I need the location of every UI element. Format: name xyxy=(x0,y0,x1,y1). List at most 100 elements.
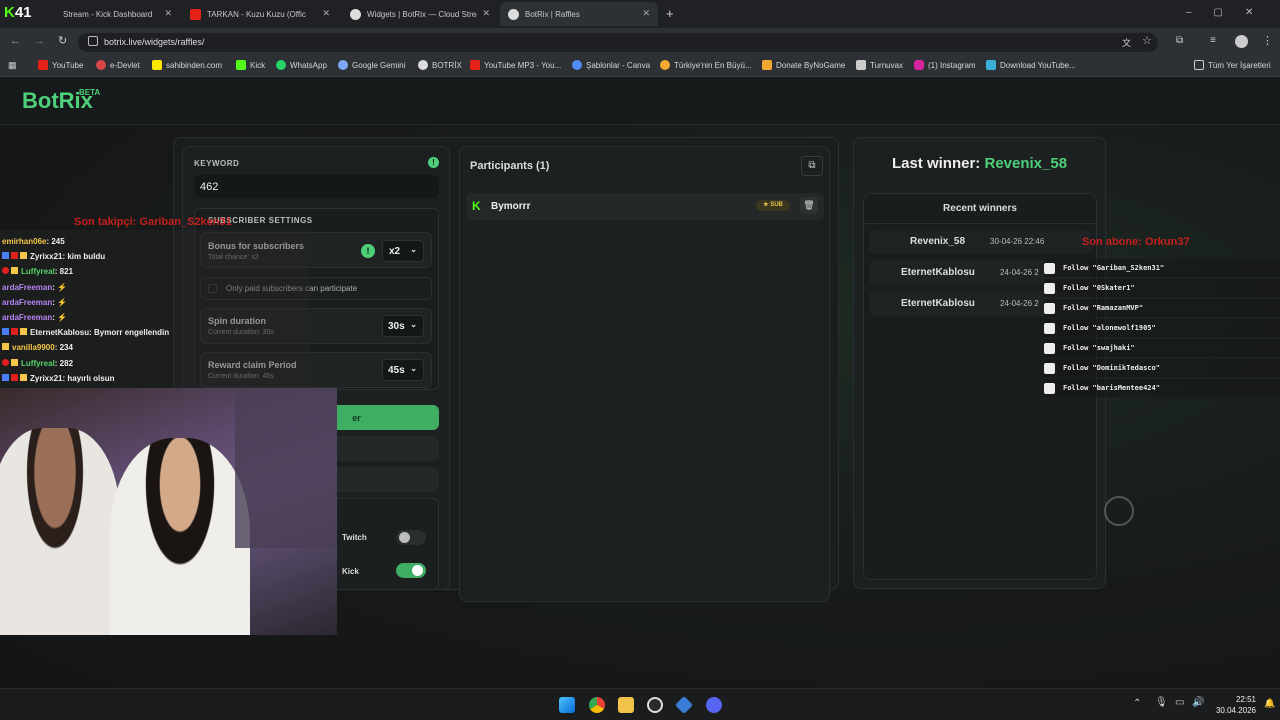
chat-message: ardaFreeman: ⚡ xyxy=(2,282,68,292)
bookmark-instagram[interactable]: (1) Instagram xyxy=(914,60,976,70)
bookmark-star-icon[interactable]: ☆ xyxy=(1142,34,1152,47)
notifications-icon[interactable]: 🔔 xyxy=(1264,698,1275,709)
info-icon[interactable]: ! xyxy=(361,244,375,258)
last-subscriber-banner: Son abone: Orkun37 xyxy=(1082,236,1190,248)
emote-icon: ⚡ xyxy=(54,312,68,322)
bookmark-whatsapp[interactable]: WhatsApp xyxy=(276,60,327,70)
app-icon[interactable] xyxy=(674,695,694,715)
close-icon[interactable]: ✕ xyxy=(164,8,172,19)
info-icon[interactable]: ! xyxy=(428,157,439,168)
winner-date: 30-04-26 22:46 xyxy=(990,237,1045,246)
badge-icon xyxy=(11,267,18,275)
winner-name: EternetKablosu xyxy=(901,298,975,309)
badge-icon xyxy=(20,373,27,381)
bonus-select[interactable]: x2 ⌄ xyxy=(382,240,424,262)
bookmark-download-youtube[interactable]: Download YouTube... xyxy=(986,60,1076,70)
volume-icon[interactable]: 🔊 xyxy=(1192,697,1204,708)
microphone-icon[interactable]: 🎙 xyxy=(1155,697,1168,708)
windows-taskbar: ⌃ 🎙 ▭ 🔊 22:51 30.04.2026 🔔 xyxy=(0,688,1280,720)
keyword-input[interactable]: 462 xyxy=(194,175,439,198)
tab-widgets-botrix[interactable]: Widgets | BotRix — Cloud Strea ✕ xyxy=(342,2,498,26)
forward-icon[interactable]: → xyxy=(34,35,45,47)
network-icon[interactable]: ▭ xyxy=(1175,697,1184,708)
avatar[interactable] xyxy=(1235,35,1248,48)
sub-badge: ★ SUB xyxy=(756,200,790,211)
follow-item: Follow "0Skater1" xyxy=(1044,279,1280,297)
heart-icon xyxy=(1044,322,1055,334)
bookmark-botrix[interactable]: BOTRİX xyxy=(418,60,462,70)
keyword-label: KEYWORD xyxy=(194,159,240,168)
bookmark-sahibinden[interactable]: sahibinden.com xyxy=(152,60,222,70)
chevron-down-icon: ⌄ xyxy=(410,364,417,373)
bookmark-edevlet[interactable]: e-Devlet xyxy=(96,60,140,70)
recent-winners-divider xyxy=(864,223,1096,224)
extensions-icon[interactable]: ⧉ xyxy=(1176,35,1183,46)
tab-tarkan[interactable]: TARKAN - Kuzu Kuzu (Offic ✕ xyxy=(182,2,338,26)
window-controls: –▢✕ xyxy=(1186,7,1276,18)
badge-icon xyxy=(2,343,9,351)
close-icon[interactable]: ✕ xyxy=(322,8,330,19)
bookmarks-bar: ▦ YouTube e-Devlet sahibinden.com Kick W… xyxy=(0,56,1280,77)
winner-date: 24-04-26 2 xyxy=(1000,299,1039,308)
winner-row xyxy=(869,229,1091,254)
address-input[interactable]: botrix.live/widgets/raffles/ xyxy=(78,33,1158,52)
heart-icon xyxy=(1044,342,1055,354)
badge-icon xyxy=(11,358,18,366)
bookmark-turkiye[interactable]: Türkiye'nin En Büyü... xyxy=(660,60,752,70)
file-explorer-icon[interactable] xyxy=(618,697,634,713)
reload-icon[interactable]: ↻ xyxy=(58,34,67,47)
webcam-person-left xyxy=(0,428,120,635)
bookmark-gemini[interactable]: Google Gemini xyxy=(338,60,405,70)
spin-select[interactable]: 30s ⌄ xyxy=(382,315,424,337)
copy-icon[interactable]: ⧉ xyxy=(801,156,823,176)
new-tab-button[interactable]: + xyxy=(666,6,674,21)
toggle-knob xyxy=(412,565,423,576)
chevron-up-icon[interactable]: ⌃ xyxy=(1133,698,1141,709)
close-icon[interactable]: ✕ xyxy=(482,8,490,19)
follow-item: Follow "DominikTedasco" xyxy=(1044,359,1280,377)
discord-icon[interactable] xyxy=(706,697,722,713)
site-info-icon[interactable] xyxy=(88,36,98,46)
follow-item: Follow "RamazanMVP" xyxy=(1044,299,1280,317)
chat-message: Zyrixx21: kim buldu xyxy=(2,252,302,267)
bookmark-all[interactable]: Tüm Yer İşaretleri xyxy=(1194,60,1271,70)
media-icon[interactable]: ≡ xyxy=(1210,35,1216,46)
twitch-toggle[interactable] xyxy=(396,530,426,545)
close-icon[interactable]: ✕ xyxy=(642,8,650,19)
participant-name: Bymorrr xyxy=(491,201,531,212)
webcam-overlay xyxy=(0,388,337,635)
menu-icon[interactable]: ⋮ xyxy=(1262,34,1273,47)
kick-logo-icon[interactable]: K41 xyxy=(4,4,40,22)
back-icon[interactable]: ← xyxy=(10,35,21,47)
obs-icon[interactable] xyxy=(647,697,663,713)
apps-icon[interactable]: ▦ xyxy=(8,60,17,71)
heart-icon xyxy=(1044,282,1055,294)
chevron-down-icon: ⌄ xyxy=(410,245,417,254)
bookmark-turnuvax[interactable]: Turnuvax xyxy=(856,60,903,70)
kick-platform-icon: K xyxy=(472,199,481,213)
chrome-icon[interactable] xyxy=(589,697,605,713)
winner-name: Revenix_58 xyxy=(910,236,966,247)
botrix-logo[interactable]: BotRix BETA xyxy=(22,88,100,114)
translate-icon[interactable]: 文 xyxy=(1122,36,1131,49)
trash-icon[interactable]: 🗑 xyxy=(800,197,818,214)
bookmark-youtube[interactable]: YouTube xyxy=(38,60,83,70)
bookmark-canva[interactable]: Şablonlar - Canva xyxy=(572,60,650,70)
bookmark-youtube-mp3[interactable]: YouTube MP3 - You... xyxy=(470,60,561,70)
winner-name: EternetKablosu xyxy=(901,267,975,278)
claim-select[interactable]: 45s ⌄ xyxy=(382,359,424,381)
recent-winners-title: Recent winners xyxy=(943,203,1017,214)
chat-message: ardaFreeman: ⚡ xyxy=(2,312,68,322)
bookmark-kick[interactable]: Kick xyxy=(236,60,265,70)
clock[interactable]: 22:51 30.04.2026 xyxy=(1208,694,1256,716)
heart-icon xyxy=(1044,382,1055,394)
chat-message: emirhan06e: 245 xyxy=(2,237,65,246)
windows-start-icon[interactable] xyxy=(559,697,575,713)
follow-item: Follow "Gariban_S2ken31" xyxy=(1044,259,1280,277)
app-header xyxy=(0,77,1280,125)
bookmark-bynogame[interactable]: Donate ByNoGame xyxy=(762,60,845,70)
tab-kick-dashboard[interactable]: Stream - Kick Dashboard ✕ xyxy=(38,2,180,26)
badge-icon xyxy=(2,252,9,260)
tab-botrix-raffles[interactable]: BotRix | Raffles ✕ xyxy=(500,2,658,26)
kick-toggle[interactable] xyxy=(396,563,426,578)
